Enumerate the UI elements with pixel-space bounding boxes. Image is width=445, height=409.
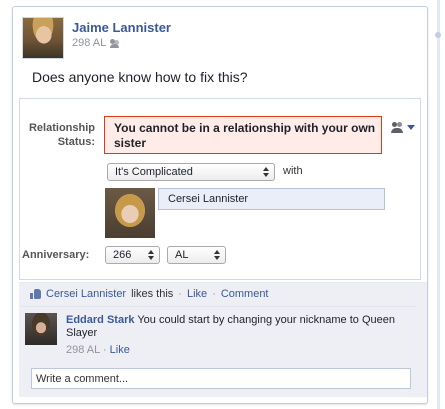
comment-body: Eddard Stark You could start by changing… [66,314,406,340]
post-text: Does anyone know how to fix this? [32,69,248,85]
anniversary-year-select[interactable]: 266 [105,246,160,264]
select-arrows-icon [263,167,269,177]
post-meta: 298 AL [72,37,120,49]
relationship-error-message: You cannot be in a relationship with you… [104,116,382,154]
anniversary-label: Anniversary: [22,249,90,261]
liker-name-link[interactable]: Cersei Lannister [46,288,126,300]
timeline-spine [437,0,440,409]
chevron-down-icon [407,125,415,130]
partner-name-field[interactable]: Cersei Lannister [158,188,385,210]
friends-icon[interactable] [110,38,120,48]
relationship-status-value: It's Complicated [115,166,193,178]
select-arrows-icon [214,250,220,260]
partner-avatar[interactable] [105,188,155,238]
relationship-status-select[interactable]: It's Complicated [107,163,275,181]
anniversary-era-value: AL [175,249,189,261]
comment-like-link[interactable]: Like [110,344,130,356]
like-link[interactable]: Like [187,288,207,300]
select-arrows-icon [148,250,154,260]
anniversary-year-value: 266 [113,249,132,261]
post-timestamp[interactable]: 298 AL [72,37,106,49]
privacy-selector[interactable] [391,122,415,133]
comment-input[interactable] [31,368,411,389]
post-author-name[interactable]: Jaime Lannister [72,20,171,35]
separator-dot: · [102,344,107,356]
comment-timestamp[interactable]: 298 AL [66,344,100,356]
thumbs-up-icon [30,289,41,299]
comment-link[interactable]: Comment [221,288,269,300]
timeline-dot [435,32,441,38]
with-label: with [283,165,303,177]
likes-text: likes this [131,288,174,300]
relationship-status-label: Relationship Status: [28,122,95,148]
author-avatar[interactable] [22,17,64,59]
separator-dot: · [178,288,182,300]
comment-meta: 298 AL · Like [66,344,130,356]
likes-row: Cersei Lannister likes this · Like · Com… [30,288,269,300]
separator-dot: · [212,288,216,300]
anniversary-era-select[interactable]: AL [167,246,226,264]
commenter-avatar[interactable] [25,313,57,345]
comment-author-link[interactable]: Eddard Stark [66,314,134,326]
people-icon [391,122,403,133]
timeline-page: Jaime Lannister 298 AL Does anyone know … [0,0,445,409]
